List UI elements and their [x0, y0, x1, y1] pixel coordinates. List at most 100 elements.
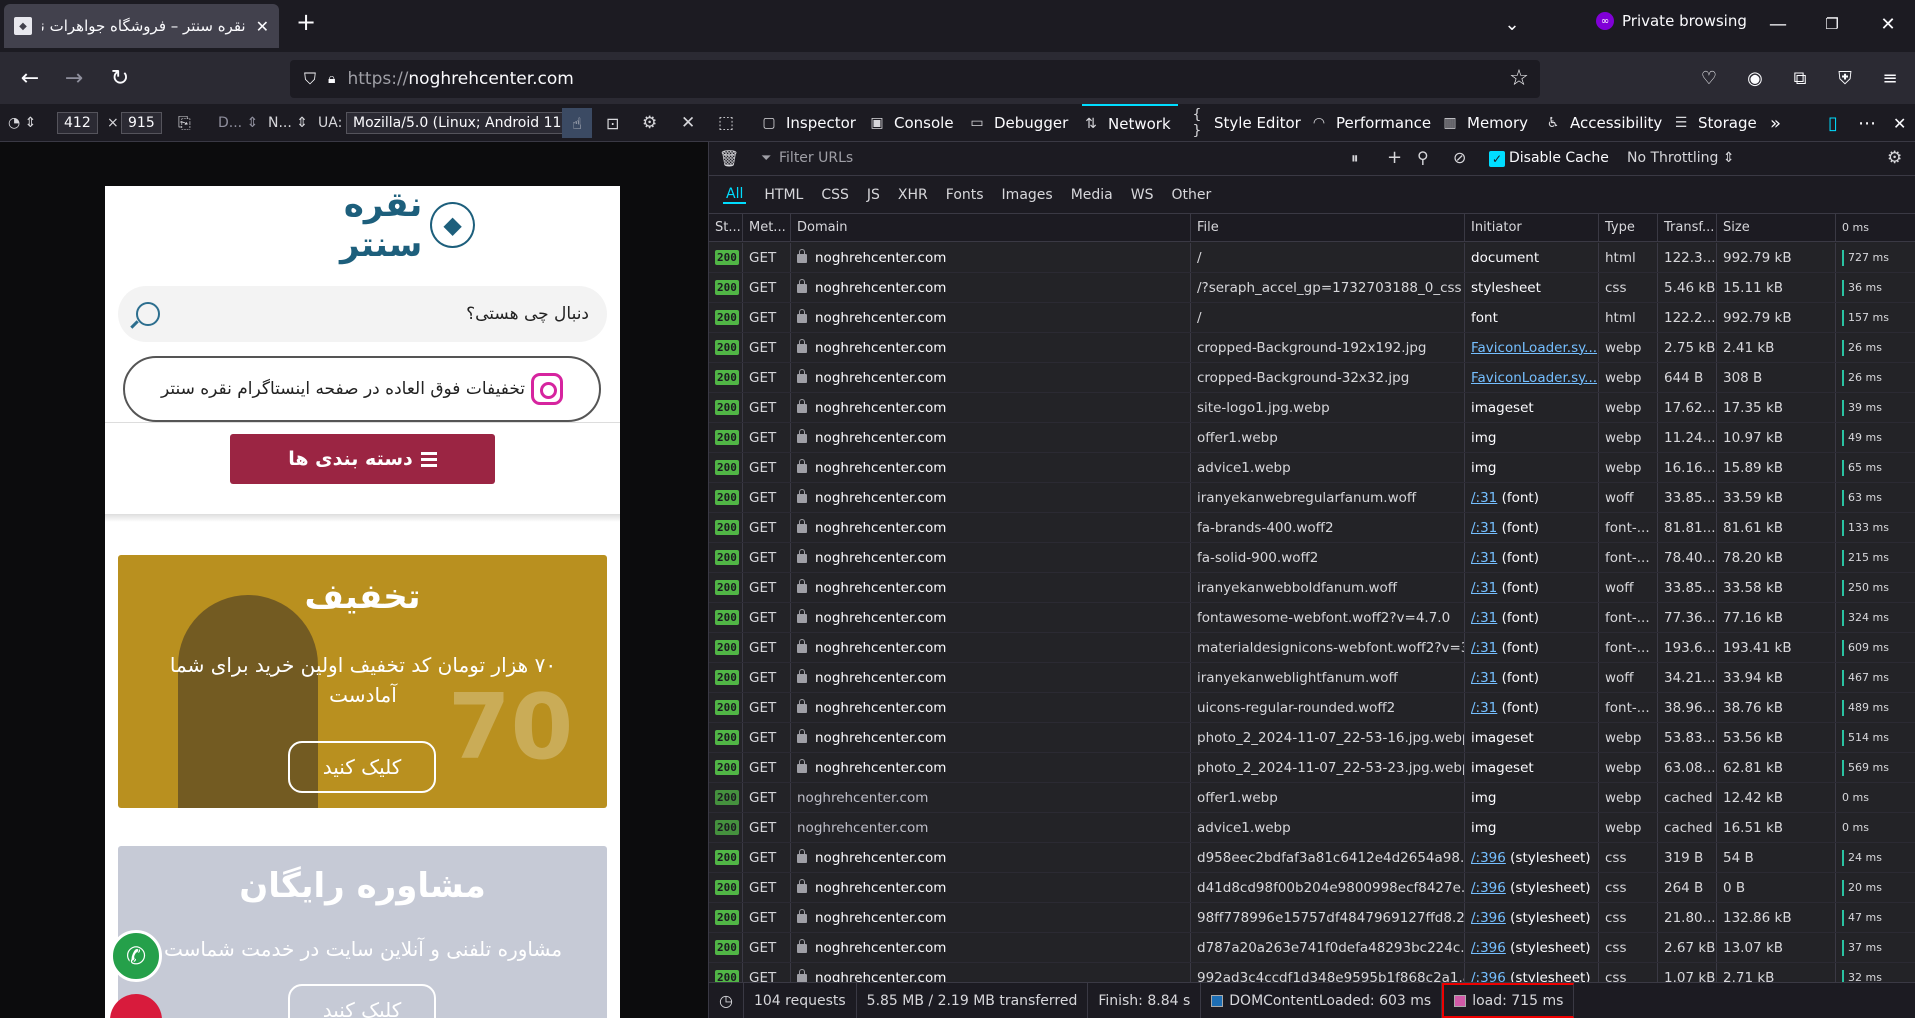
col-file[interactable]: File — [1191, 214, 1465, 241]
col-initiator[interactable]: Initiator — [1465, 214, 1599, 241]
menu-icon[interactable]: ≡ — [1874, 62, 1906, 94]
table-row[interactable]: 200 GET noghrehcenter.com d41d8cd98f00b204e… — [709, 873, 1915, 903]
filter-media[interactable]: Media — [1071, 187, 1113, 203]
table-row[interactable]: 200 GET noghrehcenter.com fontawesome-webfo… — [709, 603, 1915, 633]
forward-arrow-icon[interactable]: → — [58, 62, 90, 94]
tab-storage[interactable]: ☰ Storage — [1672, 104, 1757, 142]
tab-debugger[interactable]: ▭ Debugger — [968, 104, 1068, 142]
table-row[interactable]: 200 GET noghrehcenter.com fa-solid-900.woff… — [709, 543, 1915, 573]
col-domain[interactable]: Domain — [791, 214, 1191, 241]
block-requests-icon[interactable]: ⊘ — [1453, 148, 1466, 167]
filter-html[interactable]: HTML — [764, 187, 803, 203]
phone-call-icon[interactable]: ✆ — [110, 930, 162, 982]
initiator-link[interactable]: /:396 — [1471, 940, 1506, 956]
initiator-link[interactable]: /:31 — [1471, 520, 1497, 536]
filter-fonts[interactable]: Fonts — [946, 187, 984, 203]
consultation-cta-button[interactable]: کلیک کنید — [288, 984, 436, 1018]
tab-inspector[interactable]: ▢ Inspector — [760, 104, 856, 142]
col-method[interactable]: Met... — [743, 214, 791, 241]
initiator-link[interactable]: /:31 — [1471, 550, 1497, 566]
close-devtools-icon[interactable]: ✕ — [1893, 104, 1906, 142]
search-icon[interactable]: ⚲ — [1417, 148, 1429, 167]
tab-console[interactable]: ▣ Console — [868, 104, 953, 142]
disable-cache-checkbox[interactable]: ✓ — [1489, 151, 1505, 167]
discount-banner[interactable]: 70 تخفیف ۷۰ هزار تومان کد تخفیف اولین خر… — [118, 555, 607, 808]
initiator-link[interactable]: /:396 — [1471, 910, 1506, 926]
network-throttle-selector[interactable]: N... ⇕ — [268, 112, 308, 134]
new-tab-button[interactable]: + — [290, 6, 322, 38]
table-row[interactable]: 200 GET noghrehcenter.com iranyekanwebregul… — [709, 483, 1915, 513]
table-row[interactable]: 200 GET noghrehcenter.com photo_2_2024-11-0… — [709, 753, 1915, 783]
tracking-shield-icon[interactable]: ⛉ — [304, 69, 316, 89]
bookmark-star-icon[interactable]: ☆ — [1503, 62, 1535, 94]
restore-window-icon[interactable]: ❐ — [1816, 8, 1848, 40]
tab-accessibility[interactable]: ♿︎ Accessibility — [1544, 104, 1663, 142]
initiator-link[interactable]: /:31 — [1471, 670, 1497, 686]
table-row[interactable]: 200 GET noghrehcenter.com cropped-Backgroun… — [709, 363, 1915, 393]
initiator-link[interactable]: /:31 — [1471, 640, 1497, 656]
table-row[interactable]: 200 GET noghrehcenter.com iranyekanwebboldf… — [709, 573, 1915, 603]
table-row[interactable]: 200 GET noghrehcenter.com offer1.webp img web… — [709, 423, 1915, 453]
table-row[interactable]: 200 GET noghrehcenter.com offer1.webp img web… — [709, 783, 1915, 813]
filter-urls-input[interactable]: Filter URLs — [779, 150, 853, 166]
initiator-link[interactable]: /:31 — [1471, 490, 1497, 506]
table-row[interactable]: 200 GET noghrehcenter.com / font html 122.2...… — [709, 303, 1915, 333]
rdm-toggle-icon[interactable]: ▯ — [1828, 104, 1838, 142]
touch-simulation-icon[interactable]: ☝ — [562, 108, 592, 138]
minimize-window-icon[interactable]: — — [1762, 8, 1794, 40]
table-row[interactable]: 200 GET noghrehcenter.com uicons-regular-ro… — [709, 693, 1915, 723]
filter-xhr[interactable]: XHR — [898, 187, 928, 203]
table-row[interactable]: 200 GET noghrehcenter.com fa-brands-400.wof… — [709, 513, 1915, 543]
col-size[interactable]: Size — [1717, 214, 1836, 241]
table-row[interactable]: 200 GET noghrehcenter.com /?seraph_accel_gp… — [709, 273, 1915, 303]
devtools-options-icon[interactable]: ⋯ — [1858, 104, 1876, 142]
table-row[interactable]: 200 GET noghrehcenter.com photo_2_2024-11-0… — [709, 723, 1915, 753]
screenshot-icon[interactable]: ⊡ — [606, 112, 619, 134]
filter-images[interactable]: Images — [1002, 187, 1053, 203]
rdm-width-input[interactable]: 412 — [57, 112, 98, 134]
table-row[interactable]: 200 GET noghrehcenter.com / document html 122.… — [709, 243, 1915, 273]
rotate-viewport-icon[interactable]: ⎘ — [178, 112, 191, 134]
back-arrow-icon[interactable]: ← — [14, 62, 46, 94]
search-icon[interactable] — [136, 302, 160, 326]
col-status[interactable]: St... — [709, 214, 743, 241]
col-type[interactable]: Type — [1599, 214, 1658, 241]
filter-js[interactable]: JS — [867, 187, 880, 203]
account-icon[interactable]: ◉ — [1739, 62, 1771, 94]
performance-analysis-icon[interactable]: ◷ — [709, 983, 744, 1018]
site-logo[interactable]: نقره سنتر ◆ — [255, 186, 475, 265]
close-tab-icon[interactable]: ✕ — [256, 17, 269, 36]
filter-css[interactable]: CSS — [821, 187, 849, 203]
table-row[interactable]: 200 GET noghrehcenter.com advice1.webp img we… — [709, 813, 1915, 843]
rdm-settings-gear-icon[interactable]: ⚙ — [642, 112, 657, 134]
close-rdm-icon[interactable]: ✕ — [681, 112, 695, 134]
filter-all[interactable]: All — [723, 186, 747, 204]
tab-network[interactable]: ⇅ Network — [1082, 104, 1178, 142]
instagram-promo-link[interactable]: تخفیفات فوق العاده در صفحه اینستاگرام نق… — [123, 356, 601, 422]
filter-other[interactable]: Other — [1171, 187, 1211, 203]
table-row[interactable]: 200 GET noghrehcenter.com iranyekanweblight… — [709, 663, 1915, 693]
initiator-link[interactable]: /:31 — [1471, 700, 1497, 716]
rdm-height-input[interactable]: 915 — [121, 112, 162, 134]
lock-icon[interactable]: 🔒︎ — [328, 71, 335, 87]
pocket-icon[interactable]: ♡ — [1693, 62, 1725, 94]
reload-icon[interactable]: ↻ — [104, 62, 136, 94]
rdm-device-pixel-ratio-icon[interactable]: ◔ ⇕ — [8, 112, 36, 134]
col-transferred[interactable]: Transf... — [1658, 214, 1717, 241]
network-settings-gear-icon[interactable]: ⚙ — [1887, 148, 1902, 168]
element-picker-icon[interactable]: ⬚ — [718, 112, 734, 134]
close-window-icon[interactable]: ✕ — [1872, 8, 1904, 40]
pause-icon[interactable]: ⏸ — [1351, 149, 1359, 167]
user-agent-input[interactable]: Mozilla/5.0 (Linux; Android 11 — [346, 112, 569, 134]
table-row[interactable]: 200 GET noghrehcenter.com materialdesignico… — [709, 633, 1915, 663]
tab-list-chevron-icon[interactable]: ⌄ — [1496, 8, 1528, 40]
col-waterfall[interactable]: 0 ms — [1836, 214, 1915, 241]
initiator-link[interactable]: /:31 — [1471, 610, 1497, 626]
ublock-icon[interactable]: ⛨ — [1829, 62, 1861, 94]
table-row[interactable]: 200 GET noghrehcenter.com d958eec2bdfaf3a81… — [709, 843, 1915, 873]
initiator-link[interactable]: /:396 — [1471, 880, 1506, 896]
more-tabs-chevron-icon[interactable]: » — [1770, 104, 1781, 142]
initiator-link[interactable]: /:31 — [1471, 580, 1497, 596]
table-row[interactable]: 200 GET noghrehcenter.com 98ff778996e15757d… — [709, 903, 1915, 933]
categories-button[interactable]: دسته بندی ها — [230, 434, 495, 484]
